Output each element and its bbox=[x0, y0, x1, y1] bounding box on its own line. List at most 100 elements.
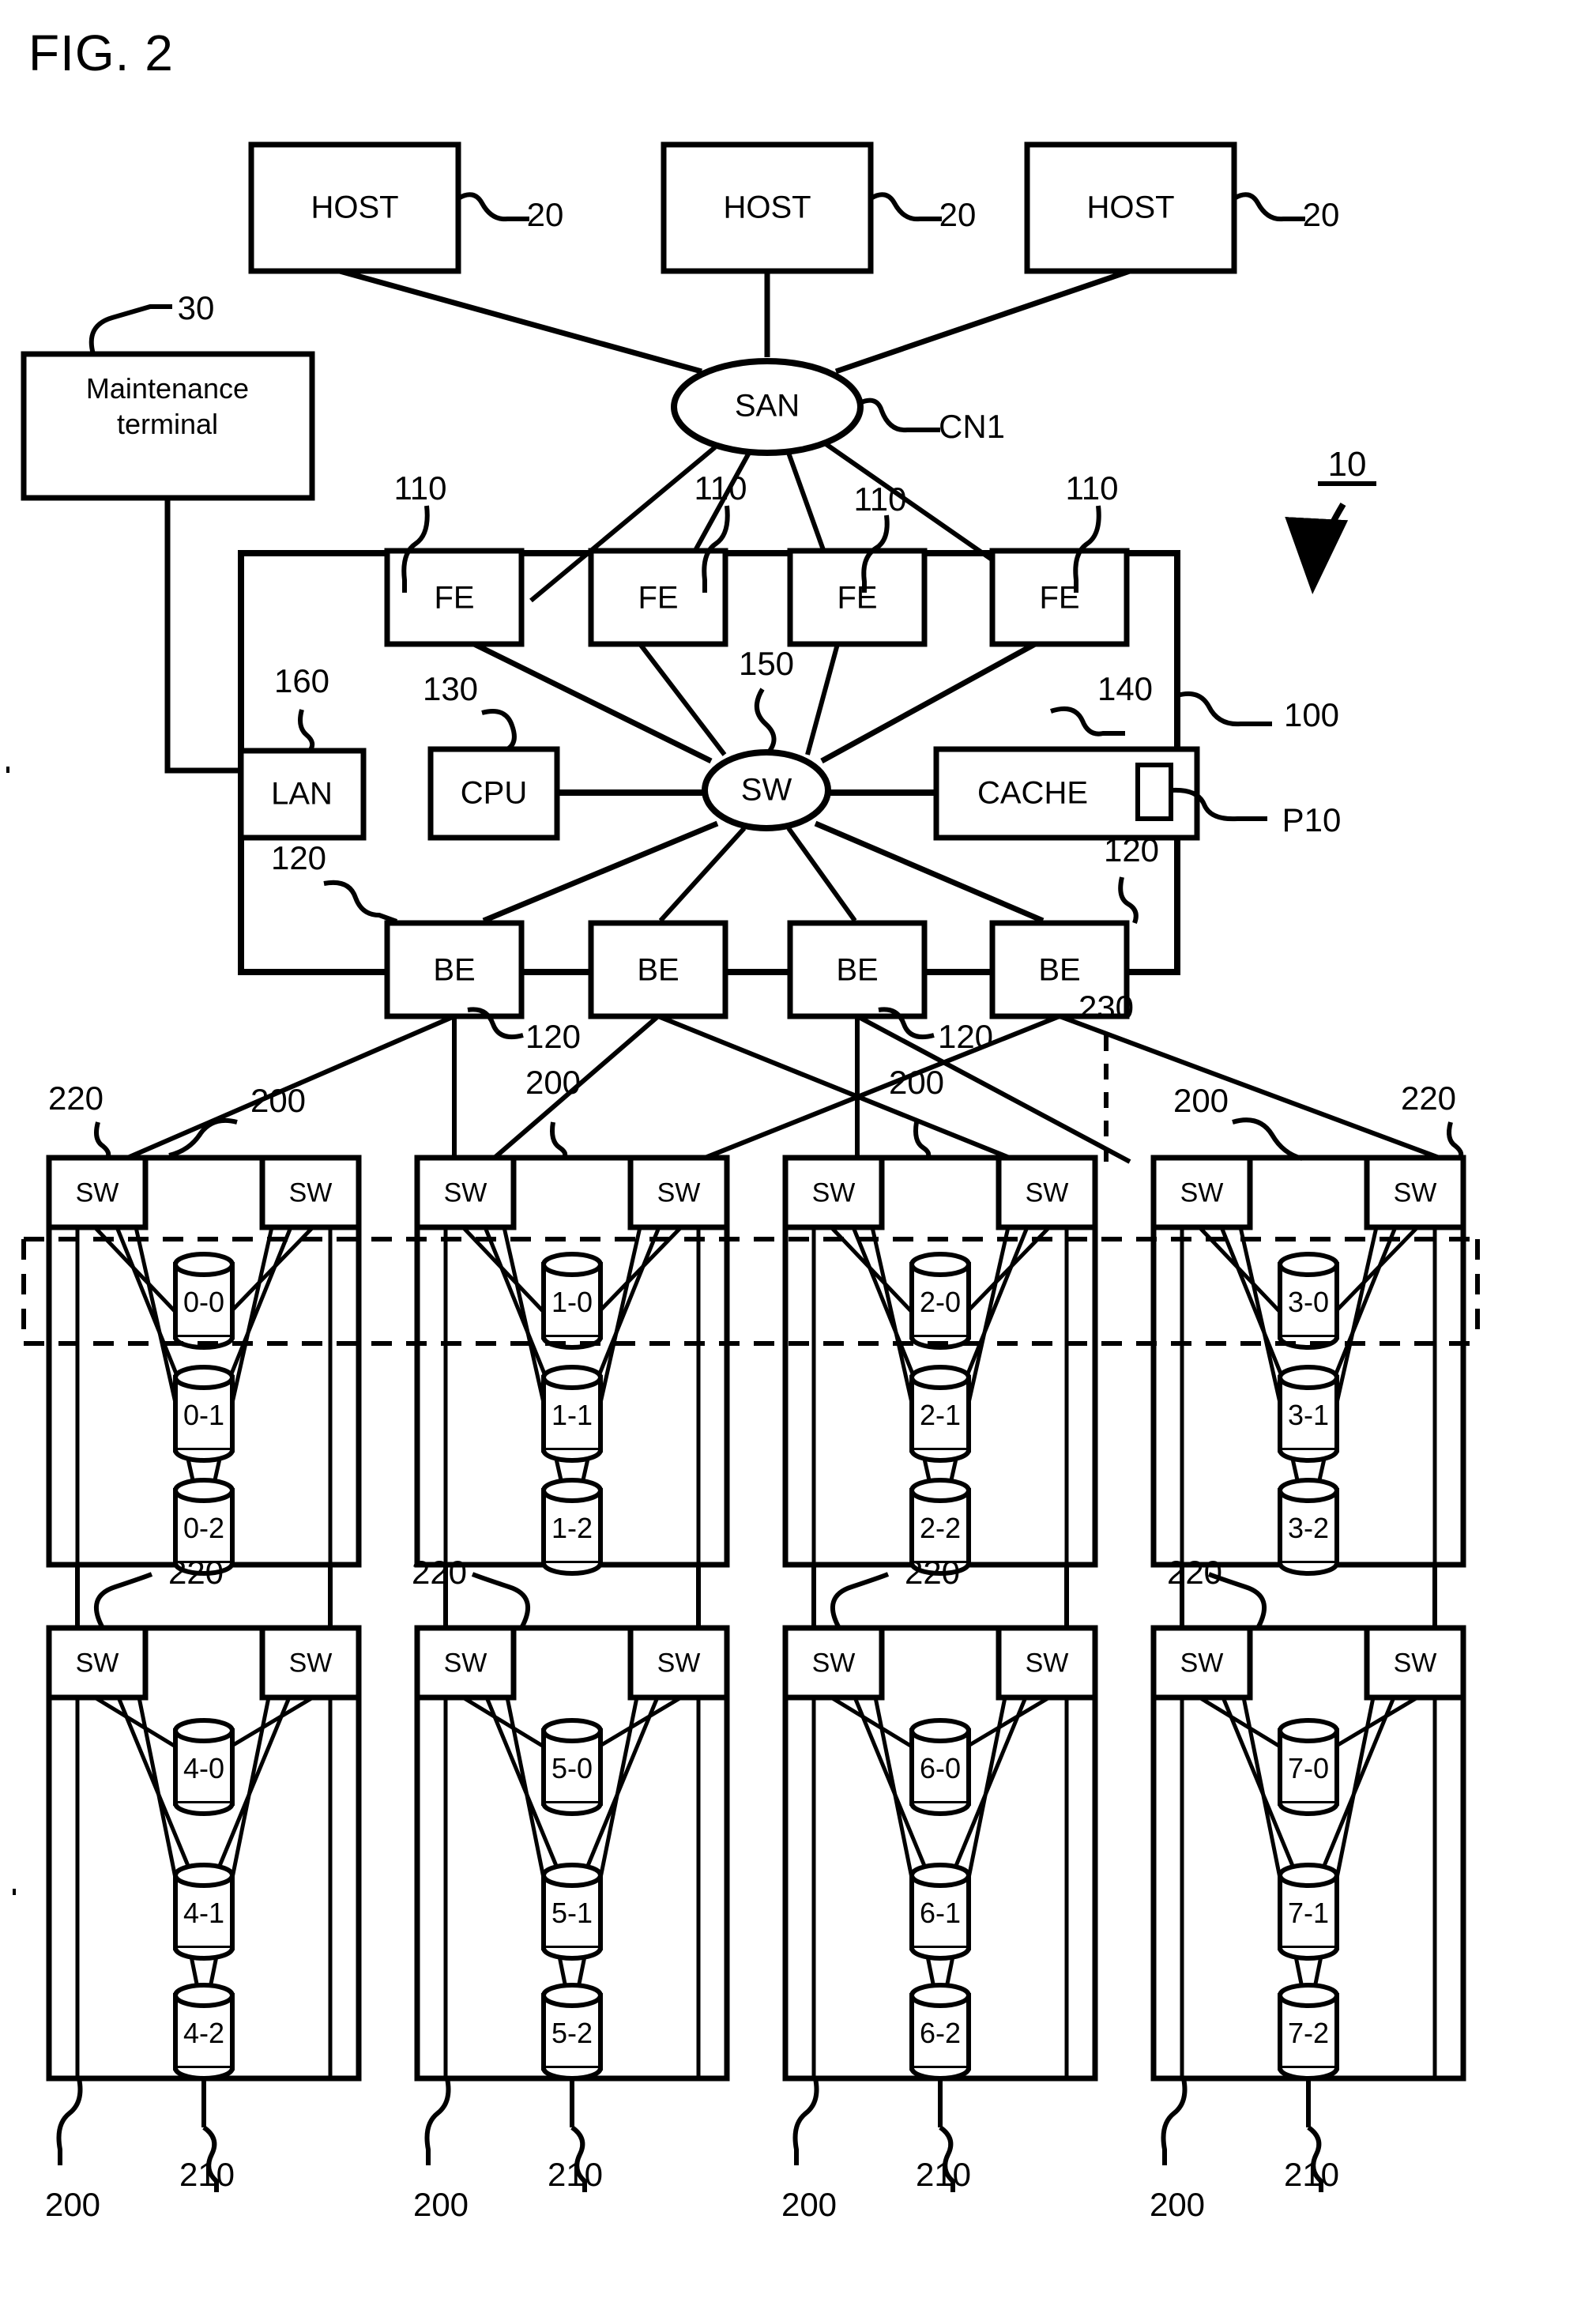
be-label-3: BE bbox=[836, 952, 879, 988]
ref-disk-6: 210 bbox=[915, 2156, 972, 2193]
ref-disk-5: 210 bbox=[547, 2156, 604, 2193]
enclosure-3-sw-left-label: SW bbox=[1180, 1177, 1224, 1208]
enclosure-4-sw-left-label: SW bbox=[75, 1648, 119, 1679]
ref-enclosure-6: 200 bbox=[781, 2186, 838, 2223]
ref-host-3: 20 bbox=[1302, 196, 1340, 233]
enclosure-6-sw-right-label: SW bbox=[1025, 1648, 1069, 1679]
lan-label: LAN bbox=[271, 776, 333, 812]
san-label: SAN bbox=[734, 388, 800, 424]
disk-2-2-label: 2-2 bbox=[919, 1512, 962, 1544]
disk-2-1-label: 2-1 bbox=[919, 1399, 962, 1431]
cpu-label: CPU bbox=[460, 775, 528, 811]
ref-internal-switch: 150 bbox=[738, 645, 795, 682]
disk-3-2-label: 3-2 bbox=[1287, 1512, 1330, 1544]
enclosure-7-sw-right-label: SW bbox=[1393, 1648, 1437, 1679]
ref-be-3: 120 bbox=[525, 1018, 582, 1055]
page-title: FIG. 2 bbox=[28, 24, 174, 81]
ref-enclosure-7: 200 bbox=[1149, 2186, 1206, 2223]
disk-2-0-label: 2-0 bbox=[919, 1286, 962, 1318]
ref-be-2: 120 bbox=[1103, 831, 1160, 868]
disk-7-0-label: 7-0 bbox=[1287, 1752, 1330, 1784]
ref-fe-3: 110 bbox=[853, 480, 907, 518]
ref-raid-group: 230 bbox=[1078, 989, 1135, 1026]
disk-6-2-label: 6-2 bbox=[919, 2017, 962, 2049]
be-label-4: BE bbox=[1038, 952, 1081, 988]
disk-6-0-label: 6-0 bbox=[919, 1752, 962, 1784]
ref-enclosure-7-switch: 220 bbox=[1166, 1554, 1223, 1591]
disk-0-0-label: 0-0 bbox=[183, 1286, 225, 1318]
ref-cache: 140 bbox=[1097, 670, 1154, 707]
ref-enclosure-3: 200 bbox=[1173, 1082, 1229, 1119]
be-label-2: BE bbox=[637, 952, 679, 988]
enclosure-4-sw-right-label: SW bbox=[288, 1648, 333, 1679]
disk-0-2-label: 0-2 bbox=[183, 1512, 225, 1544]
disk-4-1-label: 4-1 bbox=[183, 1897, 225, 1929]
ref-be-4: 120 bbox=[937, 1018, 994, 1055]
cache-label: CACHE bbox=[977, 775, 1089, 811]
patent-figure-canvas: FIG. 2 HOST HOST HOST 20 20 20 SAN CN1 M… bbox=[0, 0, 1596, 2321]
host-label-1: HOST bbox=[311, 190, 399, 225]
ref-enclosure-0-switch: 220 bbox=[47, 1079, 104, 1117]
ref-be-1: 120 bbox=[270, 839, 327, 876]
ref-enclosure-6-switch: 220 bbox=[904, 1554, 961, 1591]
diagram-linework bbox=[6, 141, 1480, 2192]
ref-maintenance-terminal: 30 bbox=[177, 289, 215, 326]
ref-controller: 100 bbox=[1283, 696, 1340, 733]
fe-label-2: FE bbox=[638, 580, 679, 616]
enclosure-1-sw-left-label: SW bbox=[443, 1177, 487, 1208]
disk-4-2-label: 4-2 bbox=[183, 2017, 225, 2049]
enclosure-3-sw-right-label: SW bbox=[1393, 1177, 1437, 1208]
disk-5-0-label: 5-0 bbox=[551, 1752, 593, 1784]
ref-lan: 160 bbox=[273, 662, 330, 699]
fe-label-3: FE bbox=[837, 580, 878, 616]
disk-6-1-label: 6-1 bbox=[919, 1897, 962, 1929]
ref-disk-4: 210 bbox=[179, 2156, 235, 2193]
enclosure-2-sw-left-label: SW bbox=[811, 1177, 856, 1208]
disk-4-0-label: 4-0 bbox=[183, 1752, 225, 1784]
fe-label-4: FE bbox=[1039, 580, 1080, 616]
ref-enclosure-5-switch: 220 bbox=[411, 1554, 468, 1591]
enclosure-5-sw-left-label: SW bbox=[443, 1648, 487, 1679]
ref-cpu: 130 bbox=[422, 670, 479, 707]
disk-5-2-label: 5-2 bbox=[551, 2017, 593, 2049]
disk-1-2-label: 1-2 bbox=[551, 1512, 593, 1544]
disk-7-1-label: 7-1 bbox=[1287, 1897, 1330, 1929]
enclosure-1-sw-right-label: SW bbox=[657, 1177, 701, 1208]
ref-p10-port: P10 bbox=[1282, 801, 1342, 838]
ref-fe-4: 110 bbox=[1065, 469, 1119, 507]
ref-enclosure-1: 200 bbox=[525, 1064, 582, 1101]
ref-host-2: 20 bbox=[939, 196, 977, 233]
disk-3-0-label: 3-0 bbox=[1287, 1286, 1330, 1318]
ref-enclosure-2: 200 bbox=[888, 1064, 945, 1101]
enclosure-5-sw-right-label: SW bbox=[657, 1648, 701, 1679]
ref-host-1: 20 bbox=[526, 196, 564, 233]
be-label-1: BE bbox=[433, 952, 476, 988]
disk-7-2-label: 7-2 bbox=[1287, 2017, 1330, 2049]
ref-enclosure-3-switch: 220 bbox=[1400, 1079, 1457, 1117]
ref-fe-2: 110 bbox=[694, 469, 747, 507]
enclosure-2-sw-right-label: SW bbox=[1025, 1177, 1069, 1208]
disk-3-1-label: 3-1 bbox=[1287, 1399, 1330, 1431]
ref-fe-1: 110 bbox=[393, 469, 447, 507]
ref-enclosure-4: 200 bbox=[44, 2186, 101, 2223]
maintenance-terminal-label: Maintenance terminal bbox=[33, 371, 302, 442]
ref-storage-system: 10 bbox=[1327, 445, 1367, 484]
fe-label-1: FE bbox=[434, 580, 475, 616]
disk-1-1-label: 1-1 bbox=[551, 1399, 593, 1431]
maintenance-terminal-line1: Maintenance bbox=[85, 372, 250, 405]
disk-5-1-label: 5-1 bbox=[551, 1897, 593, 1929]
ref-disk-7: 210 bbox=[1283, 2156, 1340, 2193]
internal-switch-label: SW bbox=[740, 772, 792, 808]
host-label-2: HOST bbox=[723, 190, 811, 225]
ref-enclosure-0: 200 bbox=[250, 1082, 307, 1119]
ref-enclosure-4-switch: 220 bbox=[168, 1554, 224, 1591]
host-label-3: HOST bbox=[1086, 190, 1175, 225]
enclosure-6-sw-left-label: SW bbox=[811, 1648, 856, 1679]
enclosure-7-sw-left-label: SW bbox=[1180, 1648, 1224, 1679]
enclosure-0-sw-left-label: SW bbox=[75, 1177, 119, 1208]
ref-cn1: CN1 bbox=[938, 408, 1006, 445]
disk-1-0-label: 1-0 bbox=[551, 1286, 593, 1318]
disk-0-1-label: 0-1 bbox=[183, 1399, 225, 1431]
enclosure-0-sw-right-label: SW bbox=[288, 1177, 333, 1208]
ref-enclosure-5: 200 bbox=[412, 2186, 469, 2223]
